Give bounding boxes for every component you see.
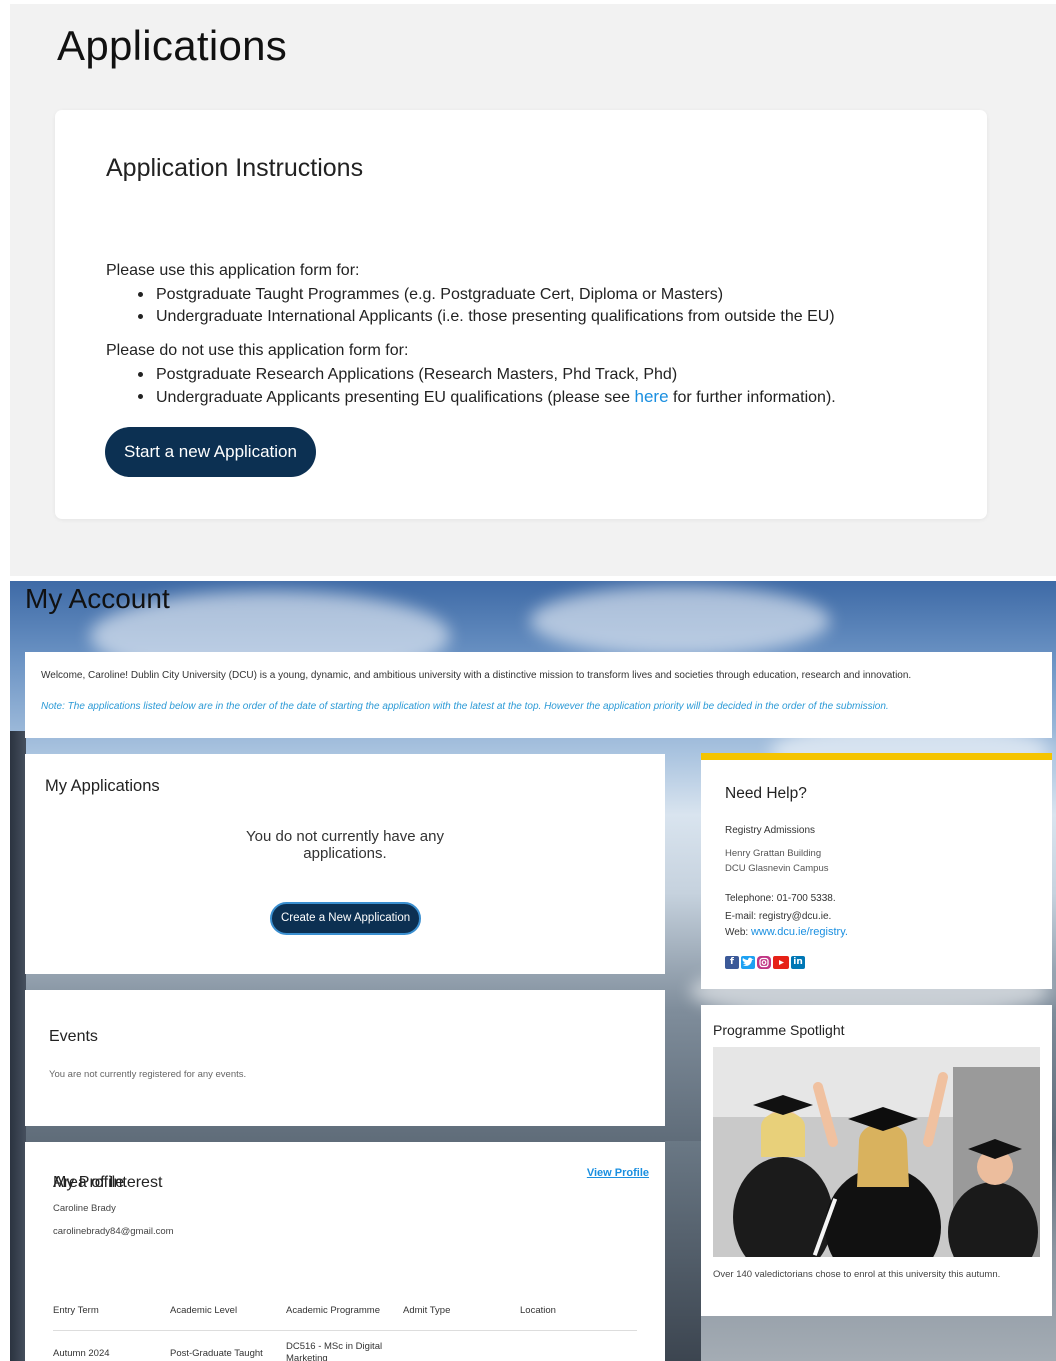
column-header: Admit Type <box>403 1305 451 1316</box>
events-empty-text: You are not currently registered for any… <box>49 1069 247 1080</box>
my-account-section: My Account Welcome, Caroline! Dublin Cit… <box>10 581 1056 1361</box>
events-title: Events <box>49 1028 98 1045</box>
use-for-list: Postgraduate Taught Programmes (e.g. Pos… <box>138 284 946 328</box>
email: E-mail: registry@dcu.ie. <box>725 911 832 922</box>
spotlight-title: Programme Spotlight <box>713 1022 845 1038</box>
profile-name: Caroline Brady <box>53 1203 116 1214</box>
column-header: Academic Level <box>170 1305 238 1316</box>
list-item: Postgraduate Taught Programmes (e.g. Pos… <box>138 284 946 306</box>
youtube-icon[interactable] <box>773 956 789 969</box>
my-profile-card: My Profile View Profile Caroline Brady c… <box>25 1142 665 1361</box>
welcome-text: Welcome, Caroline! Dublin City Universit… <box>41 670 912 681</box>
start-application-button[interactable]: Start a new Application <box>105 427 316 477</box>
address-line: Henry Grattan Building <box>725 848 822 859</box>
create-application-button[interactable]: Create a New Application <box>270 902 422 935</box>
web-label: Web: <box>725 927 751 938</box>
welcome-card: Welcome, Caroline! Dublin City Universit… <box>25 652 1052 738</box>
instagram-icon[interactable] <box>757 956 771 969</box>
table-divider <box>53 1330 637 1331</box>
my-applications-card: My Applications You do not currently hav… <box>25 754 665 974</box>
column-header: Location <box>520 1305 556 1316</box>
web-link[interactable]: www.dcu.ie/registry. <box>751 926 848 938</box>
list-item-text: Undergraduate Applicants presenting EU q… <box>156 389 635 406</box>
programme-cell: DC516 - MSc in Digital Marketing <box>286 1341 382 1361</box>
here-link[interactable]: here <box>635 387 669 406</box>
social-links: f in <box>725 956 805 969</box>
telephone: Telephone: 01-700 5338. <box>725 893 836 904</box>
entry-term-cell: Autumn 2024 <box>53 1348 110 1359</box>
twitter-icon[interactable] <box>741 956 755 969</box>
list-item-text: for further information). <box>668 389 836 406</box>
instructions-body: Please use this application form for: Po… <box>106 260 946 421</box>
list-item: Undergraduate International Applicants (… <box>138 306 946 328</box>
facebook-icon[interactable]: f <box>725 956 739 969</box>
need-help-title: Need Help? <box>725 785 807 802</box>
instructions-title: Application Instructions <box>106 154 364 182</box>
programme-line: Marketing <box>286 1353 328 1361</box>
need-help-card: Need Help? Registry Admissions Henry Gra… <box>701 753 1052 989</box>
list-item: Undergraduate Applicants presenting EU q… <box>138 386 946 409</box>
building-decoration <box>10 731 26 1361</box>
column-header: Entry Term <box>53 1305 99 1316</box>
programme-spotlight-card: Programme Spotlight Over 140 valedictori… <box>701 1005 1052 1316</box>
cloud-decoration <box>530 586 830 656</box>
my-applications-title: My Applications <box>45 777 160 795</box>
instructions-card: Application Instructions Please use this… <box>55 110 987 519</box>
not-use-list: Postgraduate Research Applications (Rese… <box>138 364 946 409</box>
level-cell: Post-Graduate Taught <box>170 1348 263 1359</box>
applications-section: Applications Application Instructions Pl… <box>10 4 1056 576</box>
building-decoration <box>665 1141 701 1361</box>
spotlight-image <box>713 1047 1040 1257</box>
not-use-intro: Please do not use this application form … <box>106 342 409 359</box>
account-title: My Account <box>25 583 170 614</box>
no-applications-text: You do not currently have any applicatio… <box>246 828 444 862</box>
list-item: Postgraduate Research Applications (Rese… <box>138 364 946 386</box>
use-for-intro: Please use this application form for: <box>106 262 360 279</box>
page-title: Applications <box>57 22 288 69</box>
note-text: Note: The applications listed below are … <box>41 701 889 712</box>
linkedin-icon[interactable]: in <box>791 956 805 969</box>
area-of-interest-title: Area of Interest <box>53 1174 163 1191</box>
view-profile-link[interactable]: View Profile <box>587 1167 649 1179</box>
events-card: Events You are not currently registered … <box>25 990 665 1126</box>
web: Web: www.dcu.ie/registry. <box>725 926 848 938</box>
office-name: Registry Admissions <box>725 825 816 836</box>
spotlight-caption: Over 140 valedictorians chose to enrol a… <box>713 1269 1001 1280</box>
profile-email: carolinebrady84@gmail.com <box>53 1226 174 1237</box>
column-header: Academic Programme <box>286 1305 380 1316</box>
address-line: DCU Glasnevin Campus <box>725 863 829 874</box>
programme-line: DC516 - MSc in Digital <box>286 1341 383 1352</box>
